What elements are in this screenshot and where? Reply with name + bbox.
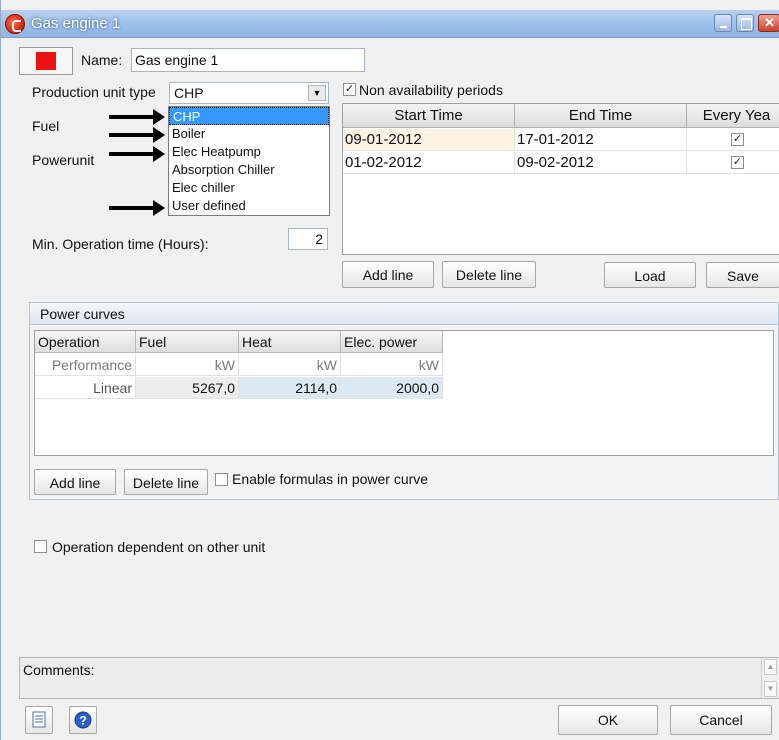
add-period-button[interactable]: Add line [342,261,434,288]
table-cell-end[interactable]: 09-02-2012 [515,152,687,174]
comments-scrollbar[interactable]: ▲ ▼ [761,658,779,698]
table-cell[interactable]: Performance [35,354,136,376]
enable-formulas-label: Enable formulas in power curve [232,471,429,487]
comments-label: Comments: [23,662,95,678]
scroll-down-icon[interactable]: ▼ [764,681,777,697]
powerunit-label: Powerunit [32,152,95,168]
delete-curve-line-button[interactable]: Delete line [124,469,208,495]
column-header-heat[interactable]: Heat [239,331,341,353]
color-picker-button[interactable] [19,47,73,75]
scroll-up-icon[interactable]: ▲ [764,659,777,675]
min-operation-input[interactable]: 2 [288,228,328,250]
table-cell[interactable]: 2114,0 [239,377,341,399]
app-logo-icon [5,14,25,34]
production-type-select[interactable]: CHP ▼ [169,82,329,104]
column-header-elec-power[interactable]: Elec. power [341,331,443,353]
operation-dependent-checkbox[interactable] [34,540,47,553]
column-header-fuel[interactable]: Fuel [136,331,239,353]
arrow-pointer-icon [109,127,165,143]
table-cell[interactable]: kW [239,354,341,376]
non-availability-label: Non availability periods [359,82,503,98]
arrow-pointer-icon [109,200,165,216]
table-cell-end[interactable]: 17-01-2012 [515,129,687,151]
every-year-checkbox[interactable]: ✓ [731,133,744,146]
production-type-dropdown-list[interactable]: CHP Boiler Elec Heatpump Absorption Chil… [168,106,330,216]
power-curves-grid[interactable]: Operation Fuel Heat Elec. power Performa… [34,330,774,456]
table-cell[interactable]: 2000,0 [341,377,443,399]
dropdown-option[interactable]: Boiler [169,125,329,143]
dropdown-option[interactable]: CHP [169,107,329,125]
power-curves-group: Power curves Operation Fuel Heat Elec. p… [29,302,779,500]
help-icon: ? [74,711,92,729]
dropdown-arrow-icon[interactable]: ▼ [308,85,326,101]
dropdown-option[interactable]: Absorption Chiller [169,161,329,179]
table-cell[interactable]: kW [136,354,239,376]
table-cell[interactable]: Linear [35,377,136,399]
column-header-every-year[interactable]: Every Yea [687,104,779,128]
name-input[interactable]: Gas engine 1 [131,48,365,72]
save-button[interactable]: Save [706,262,779,288]
color-swatch [36,52,56,70]
production-type-value: CHP [174,85,204,101]
checkmark-icon: ✓ [344,83,355,95]
operation-dependent-label: Operation dependent on other unit [52,539,266,555]
load-button[interactable]: Load [604,262,696,288]
add-curve-line-button[interactable]: Add line [34,469,116,495]
min-operation-label: Min. Operation time (Hours): [32,236,209,252]
arrow-pointer-icon [109,146,165,162]
power-curves-title: Power curves [30,303,778,325]
document-button[interactable] [25,706,53,734]
table-cell-start[interactable]: 09-01-2012 [343,129,515,151]
delete-period-button[interactable]: Delete line [442,261,536,288]
enable-formulas-checkbox[interactable] [215,473,228,486]
table-cell[interactable]: 5267,0 [136,377,239,399]
close-icon[interactable] [758,14,779,32]
maximize-icon[interactable] [736,14,754,32]
table-cell-start[interactable]: 01-02-2012 [343,152,515,174]
column-header-start[interactable]: Start Time [343,104,515,128]
dropdown-option[interactable]: User defined [169,197,329,215]
checkmark-icon: ✓ [732,156,743,168]
checkmark-icon: ✓ [732,133,743,145]
comments-textarea[interactable]: Comments: ▲ ▼ [19,657,779,699]
dropdown-option[interactable]: Elec Heatpump [169,143,329,161]
non-availability-grid[interactable]: Start Time End Time Every Yea 09-01-2012… [342,103,779,255]
production-type-label: Production unit type [32,84,156,100]
fuel-label: Fuel [32,118,60,134]
dropdown-option[interactable]: Elec chiller [169,179,329,197]
table-cell-every-year[interactable]: ✓ [687,129,779,151]
ok-button[interactable]: OK [558,705,658,735]
table-cell-every-year[interactable]: ✓ [687,152,779,174]
minimize-icon[interactable] [714,14,732,32]
table-cell[interactable]: kW [341,354,443,376]
title-bar[interactable]: Gas engine 1 [1,10,779,38]
document-icon [32,711,46,728]
name-label: Name: [81,52,123,68]
dialog-window: Gas engine 1 Name: Gas engine 1 Producti… [0,0,779,740]
column-header-operation[interactable]: Operation [35,331,136,353]
window-title: Gas engine 1 [31,15,121,32]
svg-text:?: ? [79,714,86,728]
arrow-pointer-icon [109,109,165,125]
cancel-button[interactable]: Cancel [670,705,772,735]
non-availability-checkbox[interactable]: ✓ [343,83,356,96]
every-year-checkbox[interactable]: ✓ [731,156,744,169]
help-button[interactable]: ? [69,706,97,734]
column-header-end[interactable]: End Time [515,104,687,128]
